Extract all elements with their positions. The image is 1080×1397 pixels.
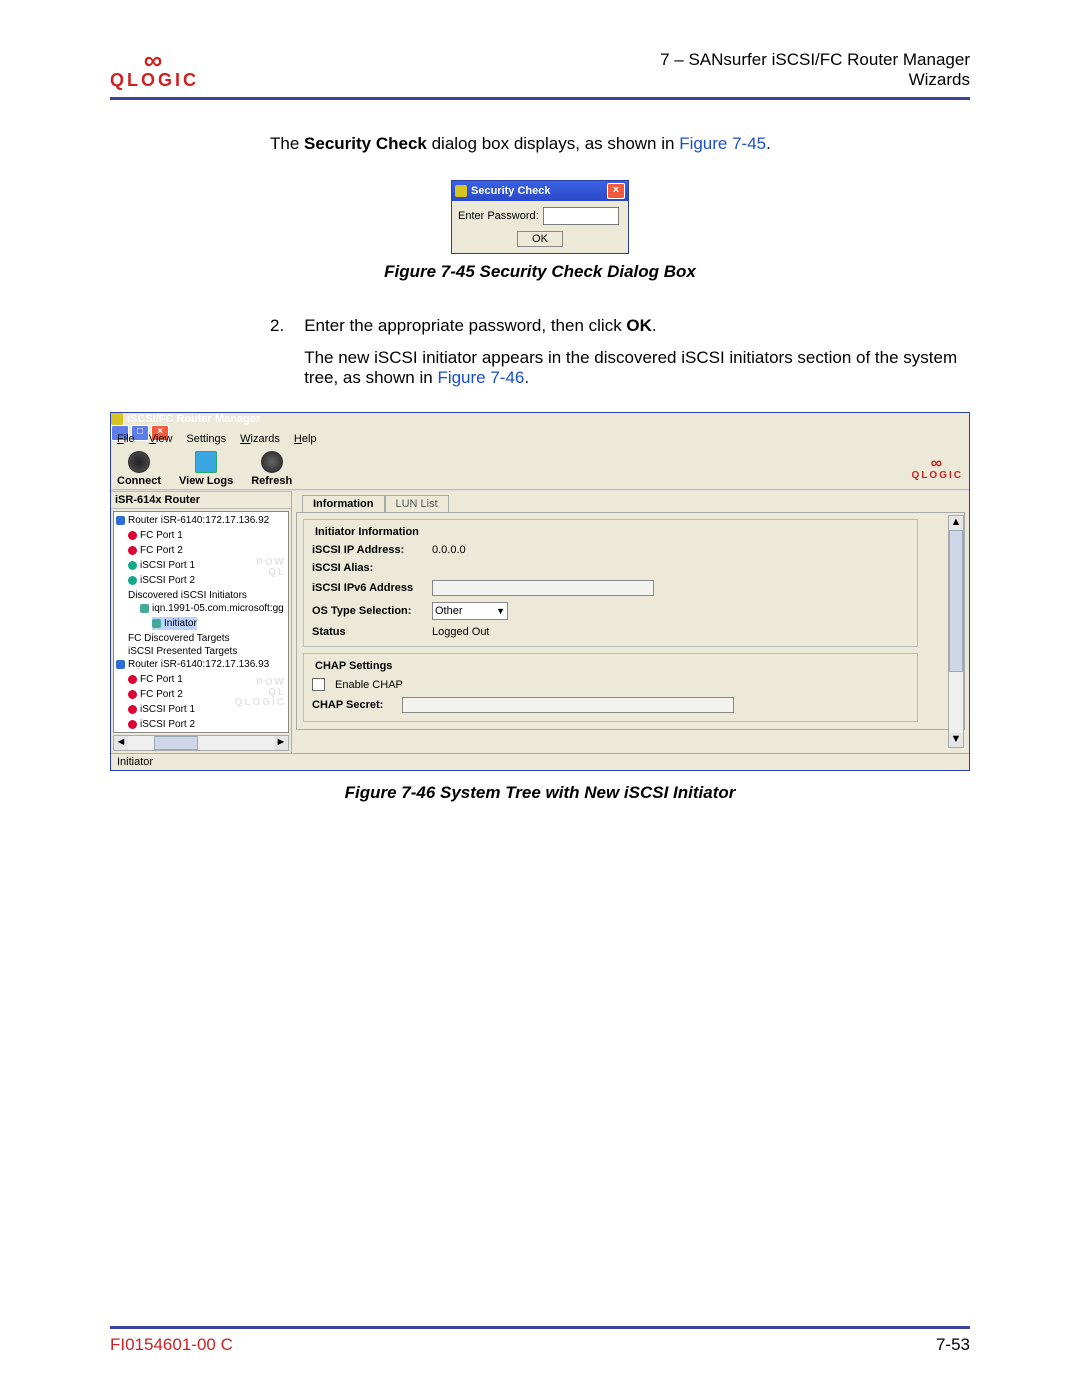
- connect-button[interactable]: Connect: [117, 451, 161, 487]
- refresh-button[interactable]: Refresh: [251, 451, 292, 487]
- view-logs-button[interactable]: View Logs: [179, 451, 233, 487]
- iscsi-ipv6-label: iSCSI IPv6 Address: [312, 582, 422, 594]
- tree-r2-fcport2[interactable]: FC Port 2: [128, 688, 183, 701]
- qlogic-icon: ∞: [144, 50, 166, 70]
- intro-paragraph: The Security Check dialog box displays, …: [270, 134, 970, 154]
- tree-r2-iscsi2[interactable]: iSCSI Port 2: [128, 718, 195, 731]
- figure-7-46-caption: Figure 7-46 System Tree with New iSCSI I…: [110, 783, 970, 803]
- status-label: Status: [312, 626, 422, 638]
- header-section-title: Wizards: [660, 70, 970, 90]
- step-2-text: Enter the appropriate password, then cli…: [304, 316, 970, 336]
- menu-help[interactable]: Help: [294, 433, 317, 445]
- enable-chap-label: Enable CHAP: [335, 679, 403, 691]
- connect-icon: [128, 451, 150, 473]
- fig-7-45-link[interactable]: Figure 7-45: [679, 134, 766, 153]
- dialog-app-icon: [455, 185, 467, 197]
- qlogic-brand-text: QLOGIC: [110, 70, 199, 91]
- tree-r1-iscsi1[interactable]: iSCSI Port 1: [128, 559, 195, 572]
- chap-settings-title: CHAP Settings: [312, 660, 395, 672]
- tree-r1-fcport2[interactable]: FC Port 2: [128, 544, 183, 557]
- scroll-down-icon[interactable]: ▼: [949, 733, 963, 747]
- scroll-up-icon[interactable]: ▲: [949, 516, 963, 530]
- window-title: iSCSI/FC Router Manager: [127, 413, 260, 425]
- tree-iscsi-presented[interactable]: iSCSI Presented Targets: [128, 645, 237, 658]
- tree-initiator-selected[interactable]: Initiator: [152, 617, 197, 630]
- refresh-icon: [261, 451, 283, 473]
- tree-router-1[interactable]: Router iSR-6140:172.17.136.92: [116, 514, 269, 527]
- initiator-info-title: Initiator Information: [312, 526, 422, 538]
- scroll-right-icon[interactable]: ►: [274, 736, 288, 750]
- fig-7-46-link[interactable]: Figure 7-46: [437, 368, 524, 387]
- os-type-select[interactable]: Other ▼: [432, 602, 508, 620]
- security-check-dialog: Security Check × Enter Password: OK: [451, 180, 629, 254]
- chap-secret-field[interactable]: [402, 697, 734, 713]
- dialog-title: Security Check: [471, 185, 550, 197]
- tree-router-2[interactable]: Router iSR-6140:172.17.136.93: [116, 658, 269, 671]
- figure-7-45-caption: Figure 7-45 Security Check Dialog Box: [110, 262, 970, 282]
- enter-password-label: Enter Password:: [458, 210, 539, 222]
- tree-r1-fcport1[interactable]: FC Port 1: [128, 529, 183, 542]
- menu-file[interactable]: File: [117, 433, 135, 445]
- scroll-left-icon[interactable]: ◄: [114, 736, 128, 750]
- tree-hscrollbar[interactable]: ◄ ►: [113, 735, 289, 751]
- sidebar-title: iSR-614x Router: [111, 491, 291, 509]
- chevron-down-icon: ▼: [496, 606, 505, 616]
- header-chapter-title: 7 – SANsurfer iSCSI/FC Router Manager: [660, 50, 970, 70]
- ok-button[interactable]: OK: [517, 231, 563, 247]
- panel-vscrollbar[interactable]: ▲ ▼: [948, 515, 964, 748]
- status-value: Logged Out: [432, 626, 490, 638]
- view-logs-icon: [195, 451, 217, 473]
- menu-wizards[interactable]: Wizards: [240, 433, 280, 445]
- menu-view[interactable]: View: [149, 433, 173, 445]
- qlogic-logo: ∞ QLOGIC: [110, 50, 199, 97]
- step-2-number: 2.: [270, 316, 284, 388]
- enable-chap-checkbox[interactable]: [312, 678, 325, 691]
- chap-secret-label: CHAP Secret:: [312, 699, 392, 711]
- tree-r2-fcport1[interactable]: FC Port 1: [128, 673, 183, 686]
- iscsi-alias-label: iSCSI Alias:: [312, 562, 422, 574]
- router-manager-window: iSCSI/FC Router Manager _ □ × File View …: [110, 412, 970, 771]
- menu-settings[interactable]: Settings: [186, 433, 226, 445]
- tree-fc-targets[interactable]: FC Discovered Targets: [128, 632, 230, 645]
- close-icon[interactable]: ×: [607, 183, 625, 199]
- qlogic-logo-small: ∞ QLOGIC: [912, 458, 963, 481]
- statussbar: Initiator: [111, 753, 969, 770]
- tab-information[interactable]: Information: [302, 495, 385, 512]
- iscsi-ip-label: iSCSI IP Address:: [312, 544, 422, 556]
- os-type-label: OS Type Selection:: [312, 605, 422, 617]
- footer-page: 7-53: [936, 1335, 970, 1355]
- tab-lunlist[interactable]: LUN List: [385, 495, 449, 512]
- tree-discovered-initiators[interactable]: Discovered iSCSI Initiators: [128, 589, 247, 602]
- ipv6-field[interactable]: [432, 580, 654, 596]
- system-tree[interactable]: POWQL POWQLQLOGIC Router iSR-6140:172.17…: [113, 511, 289, 733]
- window-app-icon: [111, 413, 123, 425]
- iscsi-ip-value: 0.0.0.0: [432, 544, 466, 556]
- tree-r1-iscsi2[interactable]: iSCSI Port 2: [128, 574, 195, 587]
- step-2-result-text: The new iSCSI initiator appears in the d…: [304, 348, 970, 388]
- tree-r2-iscsi1[interactable]: iSCSI Port 1: [128, 703, 195, 716]
- password-input[interactable]: [543, 207, 619, 225]
- footer-docid: FI0154601-00 C: [110, 1335, 233, 1355]
- tree-iqn[interactable]: iqn.1991-05.com.microsoft:gg: [140, 602, 284, 615]
